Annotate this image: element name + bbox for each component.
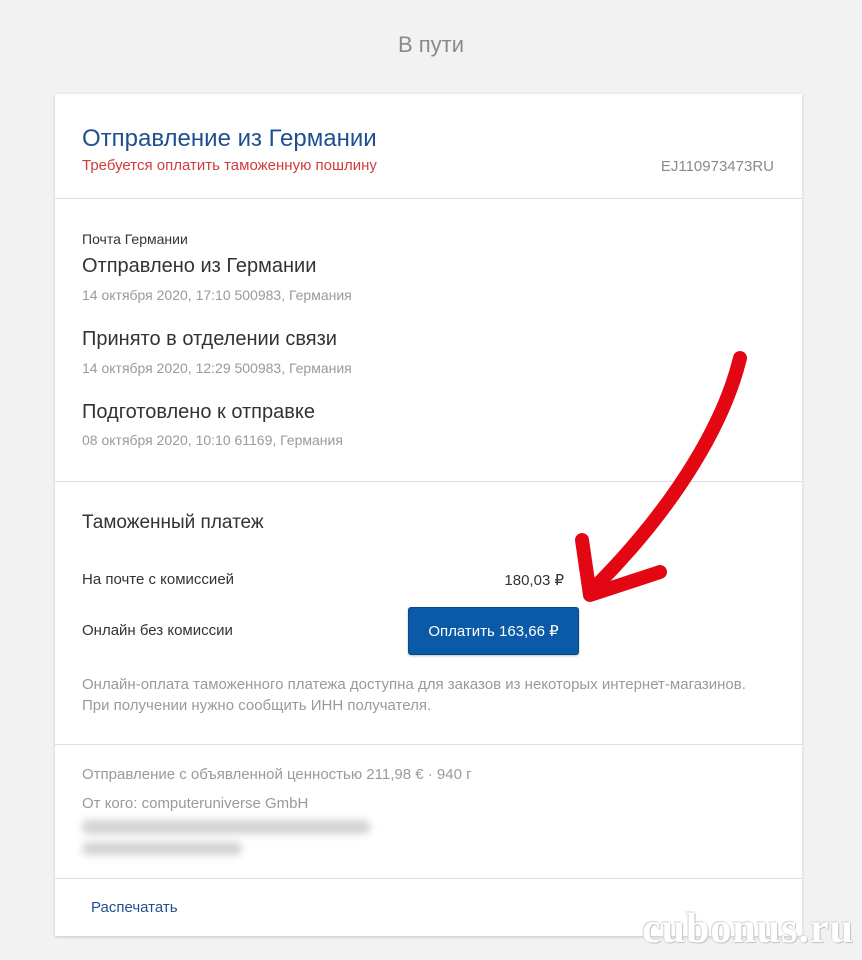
- post-fee-label: На почте с комиссией: [82, 571, 235, 588]
- divider: [55, 878, 802, 879]
- tracking-number[interactable]: EJ110973473RU: [661, 158, 774, 175]
- carrier-name: Почта Германии: [82, 231, 188, 247]
- annotation-arrow-icon: [575, 351, 747, 602]
- sender: От кого: computeruniverse GmbH: [82, 795, 309, 812]
- pay-online-button[interactable]: Оплатить 163,66 ₽: [408, 607, 579, 655]
- watermark: cubonus.ru: [642, 906, 854, 952]
- post-fee-value: 180,03 ₽: [504, 572, 564, 589]
- shipment-title: Отправление из Германии: [82, 125, 377, 152]
- shipment-header: Отправление из Германии Требуется оплати…: [55, 94, 802, 198]
- event-meta: 08 октября 2020, 10:10 61169, Германия: [82, 432, 343, 448]
- divider: [55, 744, 802, 745]
- redacted-address-line: [82, 842, 242, 855]
- declared-value: Отправление с объявленной ценностью 211,…: [82, 766, 472, 783]
- customs-heading: Таможенный платеж: [82, 512, 264, 533]
- event-title: Принято в отделении связи: [82, 328, 337, 350]
- payment-note: Онлайн-оплата таможенного платежа доступ…: [82, 676, 746, 714]
- event-title: Отправлено из Германии: [82, 255, 317, 277]
- divider: [55, 198, 802, 199]
- event-title: Подготовлено к отправке: [82, 401, 315, 423]
- print-link[interactable]: Распечатать: [91, 899, 178, 916]
- online-fee-label: Онлайн без комиссии: [82, 622, 233, 639]
- event-meta: 14 октября 2020, 12:29 500983, Германия: [82, 360, 352, 376]
- status-title: В пути: [397, 32, 465, 57]
- redacted-address-line: [82, 820, 370, 834]
- customs-warning: Требуется оплатить таможенную пошлину: [82, 157, 377, 174]
- event-meta: 14 октября 2020, 17:10 500983, Германия: [82, 287, 352, 303]
